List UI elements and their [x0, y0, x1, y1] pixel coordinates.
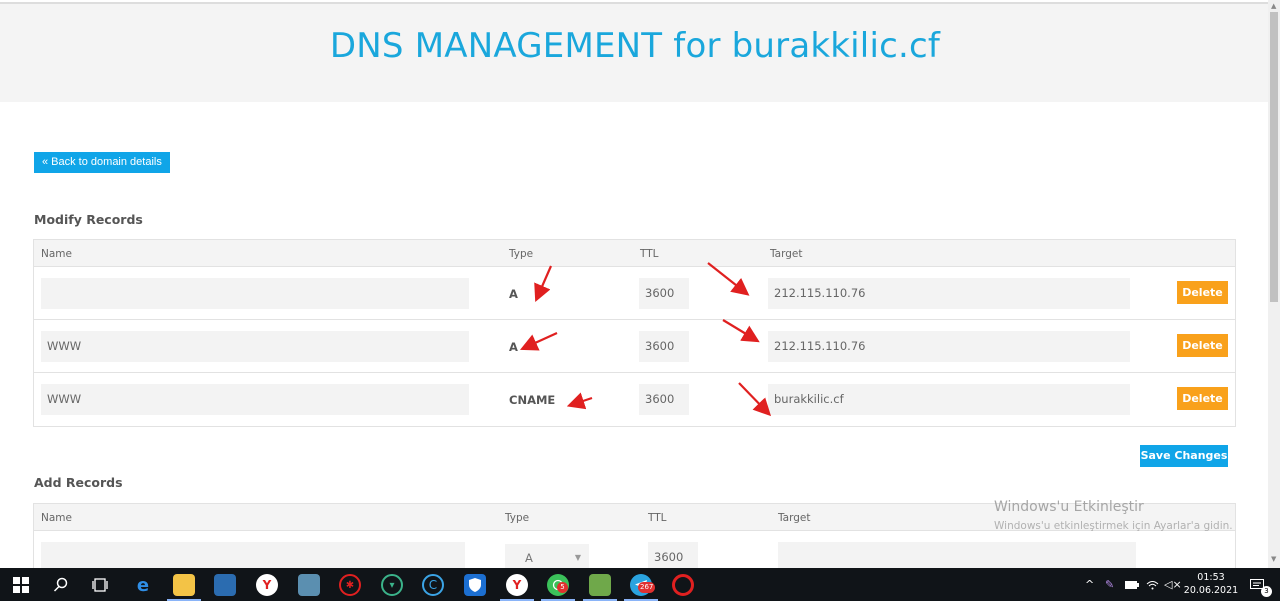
scroll-up-icon[interactable]: ▲	[1271, 2, 1276, 10]
edge-browser-icon[interactable]: e	[132, 574, 154, 596]
delete-button[interactable]: Delete	[1177, 387, 1228, 410]
delete-button[interactable]: Delete	[1177, 334, 1228, 357]
record-target-input[interactable]: 212.115.110.76	[768, 278, 1130, 309]
delete-button[interactable]: Delete	[1177, 281, 1228, 304]
modify-records-title: Modify Records	[34, 212, 143, 227]
add-records-title: Add Records	[34, 475, 123, 490]
activation-watermark-title: Windows'u Etkinleştir	[994, 499, 1144, 515]
spreadsheet-app-icon[interactable]	[589, 574, 611, 596]
windows-start-icon[interactable]	[10, 574, 32, 596]
new-record-type-value: A	[525, 551, 533, 565]
column-type-header: Type	[509, 248, 534, 260]
vpn-app-icon[interactable]: ▾	[381, 574, 403, 596]
column-ttl-header: TTL	[640, 248, 659, 260]
record-ttl-input[interactable]: 3600	[639, 278, 689, 309]
tray-chevron-up-icon[interactable]: ^	[1085, 568, 1094, 601]
tray-app-icon[interactable]: ✎	[1105, 568, 1114, 601]
telegram-badge: 267	[638, 582, 656, 593]
back-to-domain-button[interactable]: « Back to domain details	[34, 152, 170, 173]
column-target-header: Target	[770, 248, 803, 260]
store-icon[interactable]	[214, 574, 236, 596]
page-title: DNS MANAGEMENT for burakkilic.cf	[329, 26, 941, 66]
record-type: A	[509, 340, 518, 354]
scroll-down-icon[interactable]: ▼	[1271, 555, 1276, 563]
shield-app-icon[interactable]	[464, 574, 486, 596]
notification-count-badge: 3	[1261, 586, 1272, 597]
record-name-input[interactable]: WWW	[41, 331, 469, 362]
activation-watermark-subtitle: Windows'u etkinleştirmek için Ayarlar'a …	[994, 520, 1233, 532]
battery-icon[interactable]	[1125, 568, 1139, 601]
table-row: A 3600 212.115.110.76 Delete	[34, 267, 1235, 320]
file-explorer-icon[interactable]	[173, 574, 195, 596]
ccleaner-icon[interactable]: C	[422, 574, 444, 596]
table-row: WWW CNAME 3600 burakkilic.cf Delete	[34, 373, 1235, 426]
modify-records-table: Name Type TTL Target A 3600 212.115.110.…	[33, 239, 1236, 427]
search-icon[interactable]	[50, 574, 72, 596]
yandex-browser-pinned-icon[interactable]: Y	[506, 574, 528, 596]
opera-browser-icon[interactable]	[672, 574, 694, 596]
record-type: A	[509, 287, 518, 301]
column-name-header: Name	[41, 248, 72, 260]
save-changes-button[interactable]: Save Changes	[1140, 445, 1228, 467]
taskbar-clock[interactable]: 01:53 20.06.2021	[1183, 571, 1239, 597]
record-target-input[interactable]: burakkilic.cf	[768, 384, 1130, 415]
scrollbar-thumb[interactable]	[1270, 12, 1278, 302]
security-app-icon[interactable]: ✱	[339, 574, 361, 596]
clock-time: 01:53	[1197, 572, 1225, 583]
page-scrollbar[interactable]: ▲ ▼	[1268, 0, 1280, 568]
task-view-icon[interactable]	[89, 574, 111, 596]
column-ttl-header: TTL	[648, 512, 667, 524]
notification-center-icon[interactable]	[1250, 568, 1264, 601]
windows-taskbar: e Y ✱ ▾ C Y 5 267 ^ ✎ ◁× 01:53 20.06.202…	[0, 568, 1280, 601]
column-target-header: Target	[778, 512, 811, 524]
whatsapp-badge: 5	[557, 582, 568, 593]
yandex-browser-icon[interactable]: Y	[256, 574, 278, 596]
column-type-header: Type	[505, 512, 530, 524]
image-app-icon[interactable]	[298, 574, 320, 596]
wifi-icon[interactable]	[1146, 568, 1159, 601]
record-ttl-input[interactable]: 3600	[639, 331, 689, 362]
record-target-input[interactable]: 212.115.110.76	[768, 331, 1130, 362]
record-ttl-input[interactable]: 3600	[639, 384, 689, 415]
modify-table-header: Name Type TTL Target	[34, 240, 1235, 267]
clock-date: 20.06.2021	[1183, 585, 1239, 596]
volume-muted-icon[interactable]: ◁×	[1164, 568, 1182, 601]
table-row: WWW A 3600 212.115.110.76 Delete	[34, 320, 1235, 373]
record-name-input[interactable]: WWW	[41, 384, 469, 415]
record-type: CNAME	[509, 393, 556, 407]
record-name-input[interactable]	[41, 278, 469, 309]
column-name-header: Name	[41, 512, 72, 524]
